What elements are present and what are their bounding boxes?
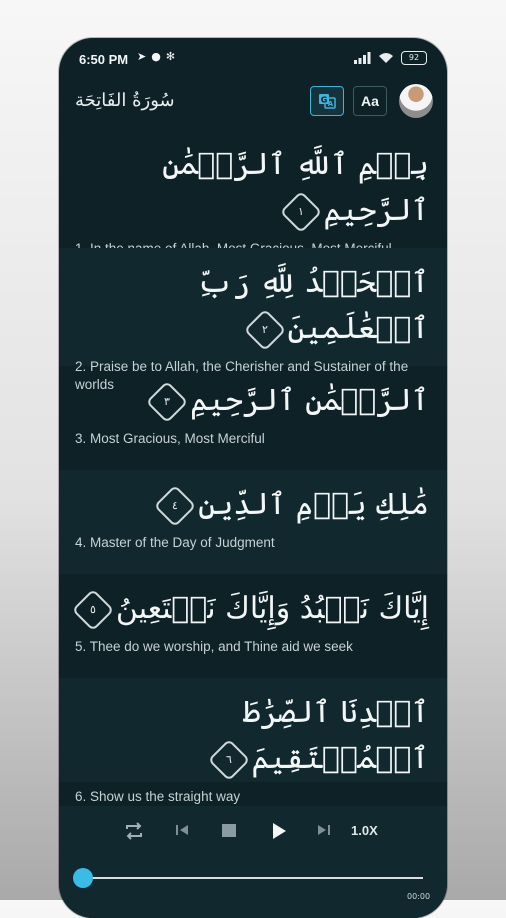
verse-item[interactable]: بِسۡمِ ٱللَّهِ ٱلرَّحۡمَٰنِ ٱلرَّحِيمِ١ … [59,130,447,256]
verse-number-icon: ١ [279,190,322,234]
system-icons: 92 [353,51,427,65]
verse-list[interactable]: بِسۡمِ ٱللَّهِ ٱلرَّحۡمَٰنِ ٱلرَّحِيمِ١ … [59,130,447,806]
stop-button[interactable] [214,820,244,846]
notification-icons: ➤ ● ✻ [137,51,175,63]
status-time: 6:50 PM [79,52,129,67]
verse-number-icon: ٤ [153,484,197,528]
phone-screen: 6:50 PM ➤ ● ✻ 92 سُورَةُ الفَاتِحَة G A [59,38,447,918]
verse-arabic: إِيَّاكَ نَعۡبُدُ وَإِيَّاكَ نَسۡتَعِينُ… [71,574,429,632]
repeat-button[interactable] [119,820,149,848]
signal-icon [354,52,371,64]
chat-icon: ● [151,50,161,63]
translate-icon: G A [319,94,336,109]
verse-item[interactable]: ٱلۡحَمۡدُ لِلَّهِ رَبِّ ٱلۡعَٰلَمِينَ٢ 2… [59,248,447,392]
status-bar: 6:50 PM ➤ ● ✻ 92 [59,38,447,82]
reciter-avatar[interactable] [399,84,433,118]
previous-button[interactable] [167,820,197,846]
verse-number-icon: ٢ [243,308,286,352]
surah-title: سُورَةُ الفَاتِحَة [75,90,175,111]
svg-text:G: G [321,96,328,105]
battery-icon: 92 [401,51,427,65]
verse-translation: 5. Thee do we worship, and Thine aid we … [75,639,353,654]
top-bar: سُورَةُ الفَاتِحَة G A Aa [59,82,447,130]
audio-player: 1.0X 00:00 [59,806,447,918]
progress-thumb[interactable] [73,868,93,888]
svg-text:A: A [328,100,334,108]
verse-translation: 3. Most Gracious, Most Merciful [75,431,265,446]
verse-number-icon: ٣ [145,380,189,424]
verse-item[interactable]: مَٰلِكِ يَوۡمِ ٱلدِّينِ٤ 4. Master of th… [59,470,447,574]
verse-item[interactable]: إِيَّاكَ نَعۡبُدُ وَإِيَّاكَ نَسۡتَعِينُ… [59,574,447,678]
translate-button[interactable]: G A [310,86,344,116]
stop-icon [222,824,236,837]
verse-arabic: مَٰلِكِ يَوۡمِ ٱلدِّينِ٤ [75,470,429,528]
playback-speed-button[interactable]: 1.0X [351,823,378,838]
repeat-icon [126,822,142,840]
settings-icon: ✻ [165,50,176,63]
font-size-button[interactable]: Aa [353,86,387,116]
next-button[interactable] [309,820,339,846]
verse-number-icon: ٦ [207,738,250,782]
verse-arabic: ٱلۡحَمۡدُ لِلَّهِ رَبِّ ٱلۡعَٰلَمِينَ٢ [75,248,429,352]
skip-next-icon [318,825,330,835]
telegram-icon: ➤ [137,50,147,63]
verse-number-icon: ٥ [71,588,115,632]
skip-previous-icon [176,825,188,835]
verse-translation: 6. Show us the straight way [75,789,241,804]
play-icon [273,823,286,839]
verse-translation: 4. Master of the Day of Judgment [75,535,275,550]
wifi-icon [379,53,393,63]
verse-arabic: ٱهۡدِنَا ٱلصِّرَٰطَ ٱلۡمُسۡتَقِيمَ٦ [75,678,429,782]
verse-item[interactable]: ٱهۡدِنَا ٱلصِّرَٰطَ ٱلۡمُسۡتَقِيمَ٦ 6. S… [59,678,447,804]
verse-arabic: ٱلرَّحۡمَٰنِ ٱلرَّحِيمِ٣ [75,366,429,424]
play-button[interactable] [263,820,293,846]
verse-item[interactable]: ٱلرَّحۡمَٰنِ ٱلرَّحِيمِ٣ 3. Most Graciou… [59,366,447,470]
progress-track[interactable] [83,877,423,879]
verse-arabic: بِسۡمِ ٱللَّهِ ٱلرَّحۡمَٰنِ ٱلرَّحِيمِ١ [75,130,429,234]
